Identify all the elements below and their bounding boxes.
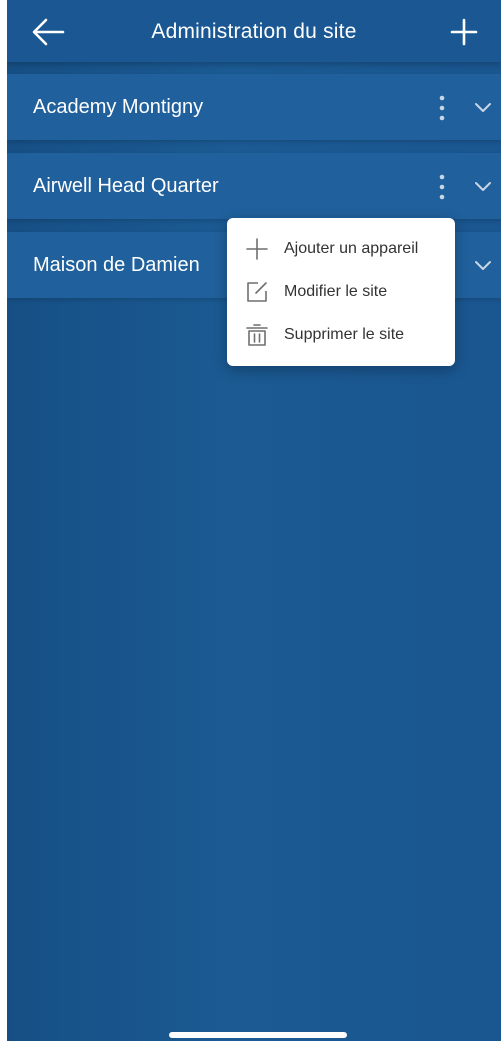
app-screen: Administration du site Academy Montigny … (7, 0, 501, 1041)
menu-item-label: Ajouter un appareil (284, 240, 419, 257)
site-row-airwell-head-quarter[interactable]: Airwell Head Quarter (7, 153, 501, 219)
site-row-academy-montigny[interactable]: Academy Montigny (7, 74, 501, 140)
site-label: Academy Montigny (33, 96, 204, 118)
plus-icon (246, 238, 268, 260)
menu-item-add-device[interactable]: Ajouter un appareil (227, 231, 455, 267)
menu-item-edit-site[interactable]: Modifier le site (227, 274, 455, 310)
home-indicator[interactable] (169, 1032, 347, 1038)
chevron-down-icon[interactable] (473, 259, 493, 273)
menu-item-delete-site[interactable]: Supprimer le site (227, 317, 455, 353)
chevron-down-icon[interactable] (473, 180, 493, 194)
site-label: Airwell Head Quarter (33, 175, 219, 197)
chevron-down-icon[interactable] (473, 101, 493, 115)
site-context-menu: Ajouter un appareil Modifier le site Sup… (227, 218, 455, 366)
site-label: Maison de Damien (33, 254, 200, 276)
trash-icon (246, 324, 268, 346)
menu-item-label: Modifier le site (284, 283, 388, 300)
plus-icon[interactable] (450, 18, 478, 46)
page-title: Administration du site (151, 20, 357, 43)
edit-icon (247, 282, 267, 302)
more-vertical-icon[interactable] (432, 173, 452, 201)
more-vertical-icon[interactable] (432, 94, 452, 122)
app-header: Administration du site (7, 0, 501, 62)
menu-item-label: Supprimer le site (284, 326, 405, 343)
